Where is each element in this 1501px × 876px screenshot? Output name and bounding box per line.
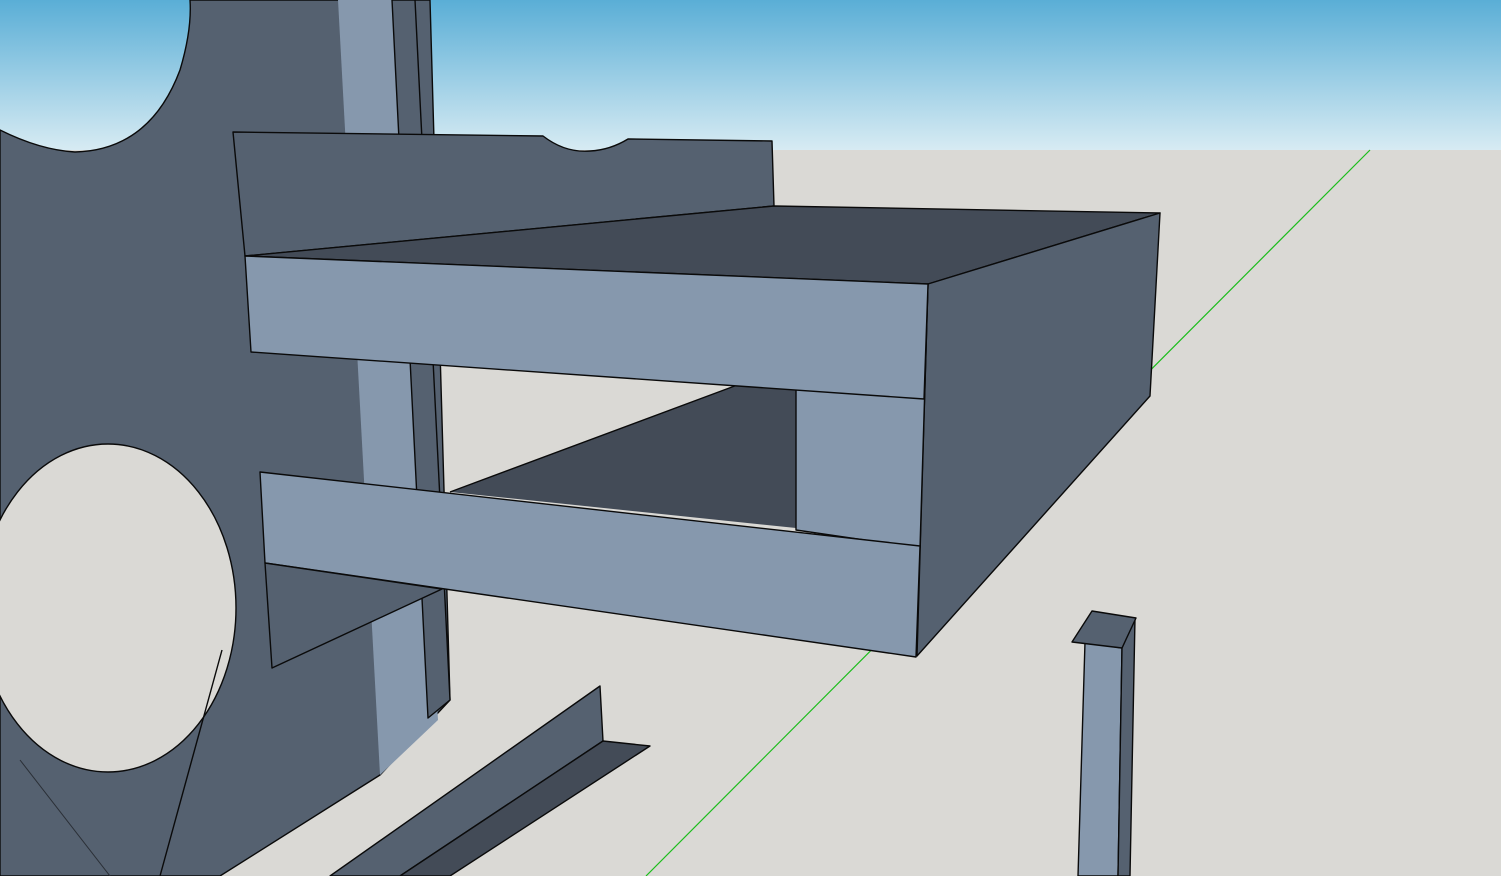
small-post-face: [1077, 641, 1123, 876]
scene-canvas[interactable]: [0, 0, 1501, 876]
model-viewport[interactable]: [0, 0, 1501, 876]
